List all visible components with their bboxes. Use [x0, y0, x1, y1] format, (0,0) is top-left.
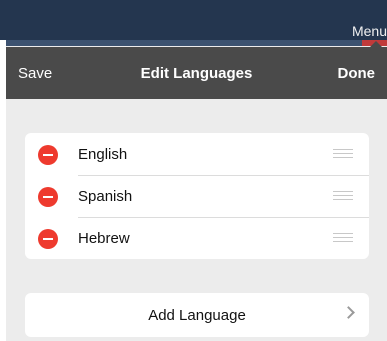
list-item: Spanish: [25, 175, 369, 217]
language-list: English Spanish Hebrew: [25, 133, 369, 259]
list-item: Hebrew: [25, 217, 369, 259]
content-area: English Spanish Hebrew Add Language: [6, 99, 387, 341]
delete-minus-icon[interactable]: [38, 229, 58, 249]
language-label: English: [78, 146, 128, 163]
language-label: Hebrew: [78, 230, 130, 247]
delete-minus-icon[interactable]: [38, 187, 58, 207]
list-item: English: [25, 133, 369, 175]
language-label: Spanish: [78, 188, 133, 205]
add-language-button[interactable]: Add Language: [25, 293, 369, 337]
done-button[interactable]: Done: [338, 65, 376, 82]
top-strip: [0, 0, 387, 46]
page-title: Edit Languages: [140, 65, 253, 82]
top-strip-tabs: [0, 40, 387, 46]
reorder-handle-icon[interactable]: [333, 191, 353, 201]
nav-bar: Save Edit Languages Done: [6, 47, 387, 99]
add-language-label: Add Language: [148, 307, 246, 324]
delete-minus-icon[interactable]: [38, 145, 58, 165]
menu-button[interactable]: Menu: [352, 22, 387, 40]
reorder-handle-icon[interactable]: [333, 149, 353, 159]
reorder-handle-icon[interactable]: [333, 233, 353, 243]
